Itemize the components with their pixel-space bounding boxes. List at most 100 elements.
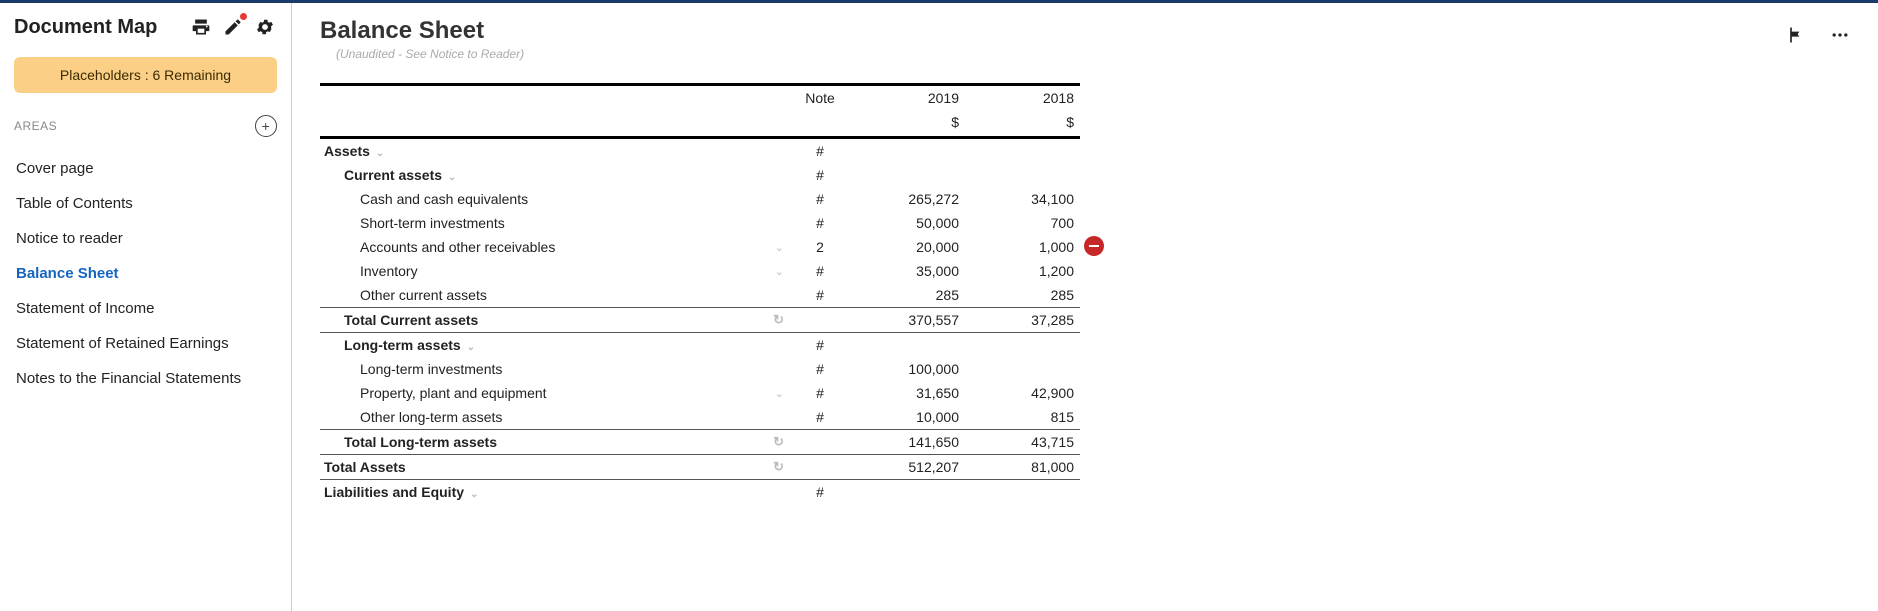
- areas-label: AREAS: [14, 119, 57, 133]
- row-label: Total Current assets: [320, 308, 760, 333]
- row-value-year2: 1,000: [965, 235, 1080, 259]
- row-note: #: [790, 480, 850, 505]
- table-row[interactable]: Short-term investments#50,000700: [320, 211, 1080, 235]
- table-row[interactable]: Current assets⌄ #: [320, 163, 1080, 187]
- sidebar-title: Document Map: [14, 16, 181, 39]
- row-label: Total Long-term assets: [320, 430, 760, 455]
- chevron-down-icon[interactable]: ⌄: [470, 489, 478, 500]
- sidebar-item-2[interactable]: Notice to reader: [14, 221, 277, 256]
- sidebar: Document Map Placeholders : 6 Remaining …: [0, 3, 292, 611]
- row-value-year1: 512,207: [850, 455, 965, 480]
- row-value-year1: [850, 480, 965, 505]
- row-value-year1: 31,650: [850, 381, 965, 405]
- chevron-down-icon[interactable]: ⌄: [448, 172, 456, 183]
- row-note: #: [790, 138, 850, 164]
- row-label: Cash and cash equivalents: [320, 187, 760, 211]
- row-value-year2: [965, 480, 1080, 505]
- table-row[interactable]: Accounts and other receivables⌄220,0001,…: [320, 235, 1080, 259]
- table-row[interactable]: Long-term investments #100,000: [320, 357, 1080, 381]
- table-row[interactable]: Liabilities and Equity⌄#: [320, 480, 1080, 505]
- row-label: Other current assets: [320, 283, 760, 308]
- balance-sheet-table: Note 2019 2018 $ $ Assets⌄#Current asset…: [320, 83, 1080, 504]
- row-value-year2: [965, 163, 1080, 187]
- settings-icon[interactable]: [253, 15, 277, 39]
- row-note: #: [790, 259, 850, 283]
- row-value-year1: [850, 333, 965, 358]
- row-note: #: [790, 283, 850, 308]
- row-value-year2: 1,200: [965, 259, 1080, 283]
- row-label: Accounts and other receivables: [320, 235, 760, 259]
- row-value-year1: [850, 138, 965, 164]
- row-value-year1: 35,000: [850, 259, 965, 283]
- table-row[interactable]: Total Assets ↻ 512,20781,000: [320, 455, 1080, 480]
- table-row[interactable]: Cash and cash equivalents #265,27234,100: [320, 187, 1080, 211]
- row-label: Property, plant and equipment: [320, 381, 760, 405]
- table-row[interactable]: Total Current assets↻370,55737,285: [320, 308, 1080, 333]
- row-note: #: [790, 211, 850, 235]
- table-row[interactable]: Long-term assets⌄ #: [320, 333, 1080, 358]
- row-note: [790, 308, 850, 333]
- areas-header: AREAS +: [14, 115, 277, 137]
- row-value-year2: 700: [965, 211, 1080, 235]
- add-area-button[interactable]: +: [255, 115, 277, 137]
- row-note: #: [790, 163, 850, 187]
- row-value-year1: [850, 163, 965, 187]
- row-value-year2: 285: [965, 283, 1080, 308]
- edit-icon[interactable]: [221, 15, 245, 39]
- table-row[interactable]: Other current assets#285285: [320, 283, 1080, 308]
- row-note: 2: [790, 235, 850, 259]
- sidebar-item-5[interactable]: Statement of Retained Earnings: [14, 326, 277, 361]
- row-label: Inventory: [320, 259, 760, 283]
- table-row[interactable]: Assets⌄#: [320, 138, 1080, 164]
- refresh-icon[interactable]: ↻: [773, 312, 784, 327]
- row-label: Total Assets: [320, 455, 760, 480]
- page-title: Balance Sheet: [320, 17, 1786, 45]
- table-row[interactable]: Property, plant and equipment⌄#31,65042,…: [320, 381, 1080, 405]
- row-value-year2: [965, 333, 1080, 358]
- sidebar-item-6[interactable]: Notes to the Financial Statements: [14, 361, 277, 396]
- sidebar-item-3[interactable]: Balance Sheet: [14, 256, 277, 291]
- placeholders-pill[interactable]: Placeholders : 6 Remaining: [14, 57, 277, 93]
- row-value-year2: 81,000: [965, 455, 1080, 480]
- refresh-icon[interactable]: ↻: [773, 459, 784, 474]
- flag-icon[interactable]: [1786, 25, 1806, 45]
- app-root: Document Map Placeholders : 6 Remaining …: [0, 0, 1878, 611]
- sidebar-item-1[interactable]: Table of Contents: [14, 186, 277, 221]
- row-note: #: [790, 357, 850, 381]
- row-value-year1: 370,557: [850, 308, 965, 333]
- row-value-year2: 42,900: [965, 381, 1080, 405]
- row-note: [790, 430, 850, 455]
- main: Balance Sheet (Unaudited - See Notice to…: [292, 3, 1878, 611]
- row-note: #: [790, 187, 850, 211]
- page-subtitle: (Unaudited - See Notice to Reader): [336, 47, 1786, 61]
- more-icon[interactable]: [1830, 25, 1850, 45]
- sidebar-header: Document Map: [14, 15, 277, 39]
- row-value-year1: 141,650: [850, 430, 965, 455]
- chevron-down-icon[interactable]: ⌄: [760, 381, 790, 405]
- row-value-year1: 100,000: [850, 357, 965, 381]
- chevron-down-icon[interactable]: ⌄: [467, 342, 475, 353]
- minus-badge-icon[interactable]: [1084, 236, 1104, 256]
- row-note: #: [790, 381, 850, 405]
- table-row[interactable]: Other long-term assets#10,000815: [320, 405, 1080, 430]
- row-label: Long-term investments: [320, 357, 760, 381]
- row-value-year1: 265,272: [850, 187, 965, 211]
- chevron-down-icon[interactable]: ⌄: [760, 259, 790, 283]
- table-row[interactable]: Total Long-term assets↻141,65043,715: [320, 430, 1080, 455]
- row-label: Current assets⌄: [320, 163, 760, 187]
- print-icon[interactable]: [189, 15, 213, 39]
- col-currency-1: $: [850, 110, 965, 138]
- sidebar-item-4[interactable]: Statement of Income: [14, 291, 277, 326]
- chevron-down-icon[interactable]: ⌄: [760, 235, 790, 259]
- row-value-year2: 34,100: [965, 187, 1080, 211]
- sidebar-item-0[interactable]: Cover page: [14, 151, 277, 186]
- row-label: Long-term assets⌄: [320, 333, 760, 358]
- row-note: #: [790, 333, 850, 358]
- row-value-year1: 10,000: [850, 405, 965, 430]
- refresh-icon[interactable]: ↻: [773, 434, 784, 449]
- row-value-year1: 50,000: [850, 211, 965, 235]
- main-header: Balance Sheet (Unaudited - See Notice to…: [320, 17, 1850, 61]
- chevron-down-icon[interactable]: ⌄: [376, 148, 384, 159]
- row-value-year1: 20,000: [850, 235, 965, 259]
- table-row[interactable]: Inventory⌄#35,0001,200: [320, 259, 1080, 283]
